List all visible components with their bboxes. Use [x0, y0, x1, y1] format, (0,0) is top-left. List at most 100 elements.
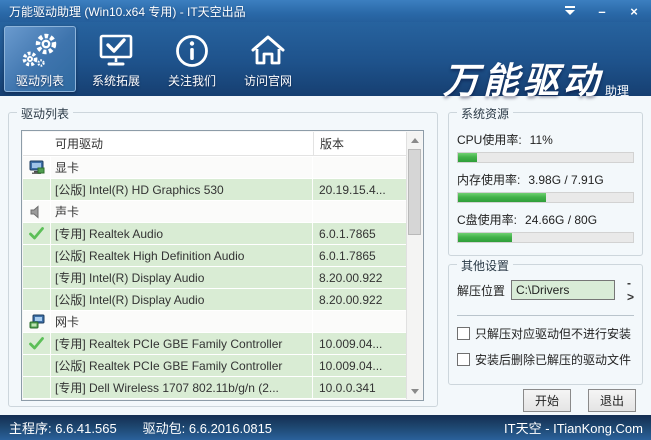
driver-name: [公版] Realtek PCIe GBE Family Controller [51, 355, 313, 376]
scroll-up-icon[interactable] [407, 132, 422, 148]
close-icon[interactable]: × [623, 2, 645, 20]
logo-suffix-text: 助理 [604, 84, 629, 98]
driver-pack-version: 驱动包: 6.6.2016.0815 [142, 421, 273, 436]
cpu-usage-value: 11% [529, 133, 553, 147]
network-icon [23, 311, 51, 332]
toolbar-item-label: 驱动列表 [15, 74, 64, 88]
logo-main-text: 万能驱动 [442, 61, 603, 101]
driver-list-group-title: 驱动列表 [17, 105, 74, 122]
extract-location-label: 解压位置 [457, 283, 506, 298]
exit-button[interactable]: 退出 [588, 389, 636, 412]
toolbar-item-follow-us[interactable]: 关注我们 [156, 26, 228, 92]
system-resources-group-title: 系统资源 [457, 105, 514, 122]
driver-name: [公版] Intel(R) HD Graphics 530 [51, 179, 313, 200]
extract-only-label: 只解压对应驱动但不进行安装 [475, 327, 632, 341]
driver-name: [公版] Intel(R) Display Audio [51, 289, 313, 310]
monitor-check-icon [96, 32, 136, 70]
driver-version: 8.20.00.922 [319, 292, 383, 307]
category-name: 显卡 [51, 157, 313, 178]
extract-only-checkbox[interactable] [457, 327, 470, 340]
toolbar-item-label: 访问官网 [243, 74, 292, 88]
cpu-usage-bar [457, 152, 634, 163]
delete-after-install-option[interactable]: 安装后删除已解压的驱动文件 [457, 351, 631, 368]
driver-version: 10.0.0.341 [319, 380, 376, 395]
scroll-down-icon[interactable] [407, 383, 422, 399]
titlebar: 万能驱动助理 (Win10.x64 专用) - IT天空出品 – × [0, 0, 651, 22]
cpu-usage-meter: CPU使用率: 11% [457, 131, 634, 163]
check-icon [23, 333, 51, 354]
driver-table-header: 可用驱动 版本 [23, 132, 406, 156]
driver-version: 20.19.15.4... [319, 182, 386, 197]
table-row[interactable]: [公版] Realtek High Definition Audio 6.0.1.… [23, 245, 406, 267]
app-window: 万能驱动助理 (Win10.x64 专用) - IT天空出品 – × 驱动列表 … [0, 0, 651, 440]
toolbar-item-official-site[interactable]: 访问官网 [232, 26, 304, 92]
table-row[interactable]: [专用] Intel(R) Display Audio 8.20.00.922 [23, 267, 406, 289]
toolbar-item-label: 关注我们 [167, 74, 216, 88]
cpu-usage-label: CPU使用率: [457, 133, 522, 147]
table-row[interactable]: [专用] Realtek PCIe GBE Family Controller 1… [23, 333, 406, 355]
table-row[interactable]: [专用] Realtek Audio 6.0.1.7865 [23, 223, 406, 245]
table-row[interactable]: [公版] Intel(R) HD Graphics 530 20.19.15.4.… [23, 179, 406, 201]
browse-button[interactable]: -> [627, 276, 636, 304]
table-row[interactable]: [专用] Dell Wireless 1707 802.11b/g/n (2..… [23, 377, 406, 399]
driver-version [313, 157, 406, 178]
settings-divider [457, 315, 634, 316]
header-icon-column [23, 132, 51, 155]
table-row[interactable]: 声卡 [23, 201, 406, 223]
toolbar: 驱动列表 系统拓展 关注我们 访问官网 万能驱动 助理 [0, 22, 651, 101]
extract-only-option[interactable]: 只解压对应驱动但不进行安装 [457, 325, 631, 342]
cdrive-usage-value: 24.66G / 80G [525, 213, 598, 227]
memory-usage-label: 内存使用率: [457, 173, 521, 187]
display-adapter-icon [23, 157, 51, 178]
main-program-version: 主程序: 6.6.41.565 [9, 421, 117, 436]
header-version: 版本 [320, 137, 345, 151]
system-resources-groupbox: 系统资源 CPU使用率: 11% 内存使用率: 3.98G / 7.91G C盘使用… [448, 105, 643, 256]
app-logo: 万能驱动 助理 [443, 52, 629, 104]
check-icon [23, 223, 51, 244]
table-row[interactable]: 显卡 [23, 157, 406, 179]
driver-version: 6.0.1.7865 [319, 248, 376, 263]
menu-icon[interactable] [559, 2, 581, 20]
row-icon-placeholder [23, 245, 51, 266]
start-button[interactable]: 开始 [523, 389, 571, 412]
delete-after-install-label: 安装后删除已解压的驱动文件 [475, 353, 632, 367]
gears-icon [20, 32, 60, 70]
scrollbar-thumb[interactable] [408, 149, 421, 235]
site-link[interactable]: IT天空 - ITianKong.Com [504, 418, 643, 437]
cdrive-usage-meter: C盘使用率: 24.66G / 80G [457, 211, 634, 243]
driver-list-groupbox: 驱动列表 可用驱动 版本 显卡 [公版] Intel(R) HD Graphics… [8, 105, 438, 407]
extract-location-row: 解压位置 -> [457, 276, 636, 304]
cdrive-usage-label: C盘使用率: [457, 213, 518, 227]
memory-usage-meter: 内存使用率: 3.98G / 7.91G [457, 171, 634, 203]
table-row[interactable]: [公版] Intel(R) Display Audio 8.20.00.922 [23, 289, 406, 311]
extract-path-input[interactable] [511, 280, 616, 300]
driver-name: [公版] Realtek High Definition Audio [51, 245, 313, 266]
driver-table-body: 显卡 [公版] Intel(R) HD Graphics 530 20.19.15.… [23, 157, 406, 399]
driver-name: [专用] Realtek Audio [51, 223, 313, 244]
table-row[interactable]: 网卡 [23, 311, 406, 333]
driver-name: [专用] Dell Wireless 1707 802.11b/g/n (2..… [51, 377, 313, 398]
delete-after-install-checkbox[interactable] [457, 353, 470, 366]
other-settings-groupbox: 其他设置 解压位置 -> 只解压对应驱动但不进行安装 安装后删除已解压的驱动文件 [448, 257, 643, 385]
minimize-icon[interactable]: – [591, 2, 613, 20]
toolbar-item-driver-list[interactable]: 驱动列表 [4, 26, 76, 92]
toolbar-item-label: 系统拓展 [91, 74, 140, 88]
info-circle-icon [172, 32, 212, 70]
vertical-scrollbar[interactable] [406, 132, 422, 399]
row-icon-placeholder [23, 355, 51, 376]
category-name: 网卡 [51, 311, 313, 332]
home-icon [248, 32, 288, 70]
driver-version [313, 201, 406, 222]
driver-version [313, 311, 406, 332]
driver-version: 6.0.1.7865 [319, 226, 376, 241]
driver-name: [专用] Realtek PCIe GBE Family Controller [51, 333, 313, 354]
toolbar-item-system-expansion[interactable]: 系统拓展 [80, 26, 152, 92]
row-icon-placeholder [23, 289, 51, 310]
row-icon-placeholder [23, 179, 51, 200]
driver-version: 10.009.04... [319, 336, 383, 351]
cdrive-usage-bar [457, 232, 634, 243]
row-icon-placeholder [23, 267, 51, 288]
memory-usage-bar [457, 192, 634, 203]
table-row[interactable]: [公版] Realtek PCIe GBE Family Controller 1… [23, 355, 406, 377]
driver-name: [专用] Intel(R) Display Audio [51, 267, 313, 288]
